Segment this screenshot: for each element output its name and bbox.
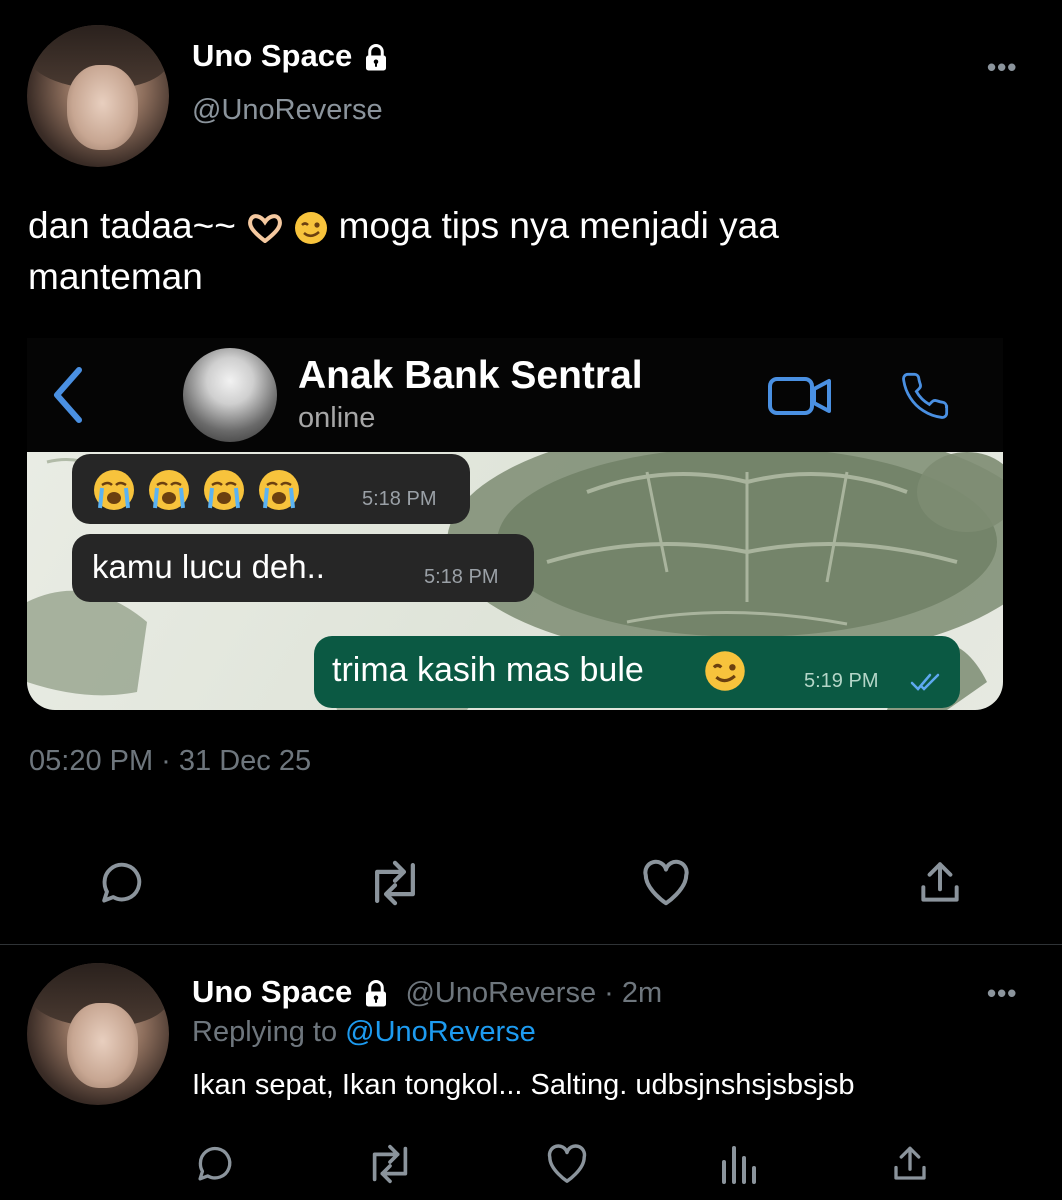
share-icon[interactable] [886,1140,934,1188]
more-icon[interactable]: ••• [987,52,1017,83]
reply-author-handle[interactable]: @UnoReverse · 2m [405,977,662,1009]
replying-to-handle[interactable]: @UnoReverse [345,1016,536,1048]
author-name-row[interactable]: Uno Space [192,38,391,74]
reply-icon[interactable] [192,1140,240,1188]
contact-name[interactable]: Anak Bank Sentral [298,354,643,398]
contact-status: online [298,402,376,434]
video-call-icon[interactable] [767,374,833,418]
author-name: Uno Space [192,38,353,73]
share-icon[interactable] [912,856,968,910]
message-time: 5:18 PM [362,488,437,510]
crying-emoji-row [94,470,299,510]
message-time: 5:18 PM [424,566,499,588]
reply-author-name: Uno Space [192,974,353,1009]
tweet-text-part2: moga tips nya menjadi yaa [328,205,779,246]
tweet-text-part1: dan tadaa~~ [28,205,247,246]
chat-screenshot[interactable]: Anak Bank Sentral online 5:18 PM kamu lu… [27,338,1003,710]
author-avatar[interactable] [27,25,169,167]
tweet-text-line2: manteman [28,256,203,297]
more-icon[interactable]: ••• [987,978,1017,1009]
message-bubble-incoming[interactable]: 5:18 PM [72,454,470,524]
analytics-icon[interactable] [714,1140,762,1188]
winking-face-emoji [295,212,328,245]
contact-avatar[interactable] [183,348,277,442]
chat-wallpaper: 5:18 PM kamu lucu deh.. 5:18 PM trima ka… [27,452,1003,710]
read-receipt-icon [910,673,940,691]
heart-icon[interactable] [542,1140,592,1188]
heart-hands-emoji [248,214,283,244]
tweet-text: dan tadaa~~ moga tips nya menjadi yaa ma… [28,200,1028,302]
reply-icon[interactable] [96,856,150,910]
reply-text: Ikan sepat, Ikan tongkol... Salting. udb… [192,1069,855,1101]
replying-label: Replying to [192,1016,346,1048]
reply-author-avatar[interactable] [27,963,169,1105]
tweet-timestamp[interactable]: 05:20 PM · 31 Dec 25 [29,745,311,778]
retweet-icon[interactable] [366,856,424,910]
message-time: 5:19 PM [804,670,879,692]
phone-icon[interactable] [899,370,951,422]
chevron-left-icon[interactable] [51,366,85,424]
author-handle[interactable]: @UnoReverse [192,94,383,127]
replying-to: Replying to @UnoReverse [192,1016,536,1049]
retweet-icon[interactable] [364,1140,416,1188]
reply-author-name-row[interactable]: Uno Space @UnoReverse · 2m [192,974,662,1010]
winking-face-emoji [705,651,745,691]
message-bubble-incoming[interactable]: kamu lucu deh.. 5:18 PM [72,534,534,602]
lock-icon [365,979,386,1007]
message-bubble-outgoing[interactable]: trima kasih mas bule 5:19 PM [314,636,960,708]
lock-icon [365,43,386,71]
message-text: trima kasih mas bule [332,651,644,689]
heart-icon[interactable] [638,856,694,910]
message-text: kamu lucu deh.. [92,548,325,585]
chat-header: Anak Bank Sentral online [27,338,1003,452]
divider [0,944,1062,945]
